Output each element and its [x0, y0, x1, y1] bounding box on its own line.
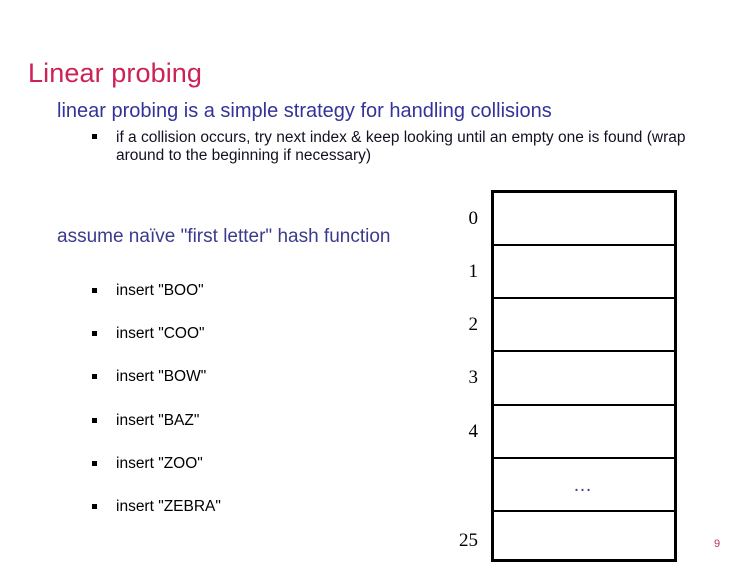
ellipsis-label: … — [573, 474, 595, 496]
collision-bullet-label: if a collision occurs, try next index & … — [116, 129, 686, 164]
bullet-square-icon — [92, 460, 97, 466]
index-label: 2 — [468, 314, 479, 335]
collision-bullet: if a collision occurs, try next index & … — [92, 129, 702, 165]
table-row — [494, 512, 674, 565]
index-label: 3 — [468, 367, 479, 388]
table-row: … — [494, 459, 674, 512]
insert-label: insert "ZOO" — [116, 454, 203, 472]
list-item: insert "ZEBRA" — [92, 498, 322, 541]
list-item: insert "COO" — [92, 325, 322, 368]
bullet-square-icon — [92, 374, 97, 380]
table-row — [494, 352, 674, 406]
bullet-square-icon — [92, 134, 97, 139]
list-item: insert "BAZ" — [92, 412, 322, 455]
hash-table: … — [491, 190, 677, 562]
insert-label: insert "ZEBRA" — [116, 497, 221, 515]
insert-label: insert "BOO" — [116, 282, 204, 299]
bullet-square-icon — [92, 288, 97, 293]
page-title: Linear probing — [28, 58, 203, 89]
table-row — [494, 246, 674, 300]
insert-operations-list: insert "BOO" insert "COO" insert "BOW" i… — [92, 282, 322, 541]
assume-hash-function-note: assume naïve "first letter" hash functio… — [57, 226, 391, 247]
lead-statement: linear probing is a simple strategy for … — [57, 100, 552, 122]
insert-label: insert "BOW" — [116, 368, 207, 386]
slide-page-number: 9 — [714, 538, 721, 550]
insert-label: insert "COO" — [116, 325, 205, 343]
table-row — [494, 299, 674, 353]
index-label: 0 — [468, 208, 479, 229]
list-item: insert "BOO" — [92, 282, 322, 325]
table-row — [494, 193, 674, 247]
bullet-square-icon — [92, 331, 97, 337]
index-label: 4 — [468, 421, 479, 442]
index-label: 25 — [459, 530, 478, 551]
list-item: insert "ZOO" — [92, 455, 322, 498]
table-row — [494, 406, 674, 459]
insert-label: insert "BAZ" — [116, 411, 200, 429]
list-item: insert "BOW" — [92, 368, 322, 411]
bullet-square-icon — [92, 503, 97, 509]
bullet-square-icon — [92, 417, 97, 423]
hash-table-index-labels: 0 1 2 3 4 25 — [390, 190, 478, 562]
index-label: 1 — [468, 261, 479, 282]
